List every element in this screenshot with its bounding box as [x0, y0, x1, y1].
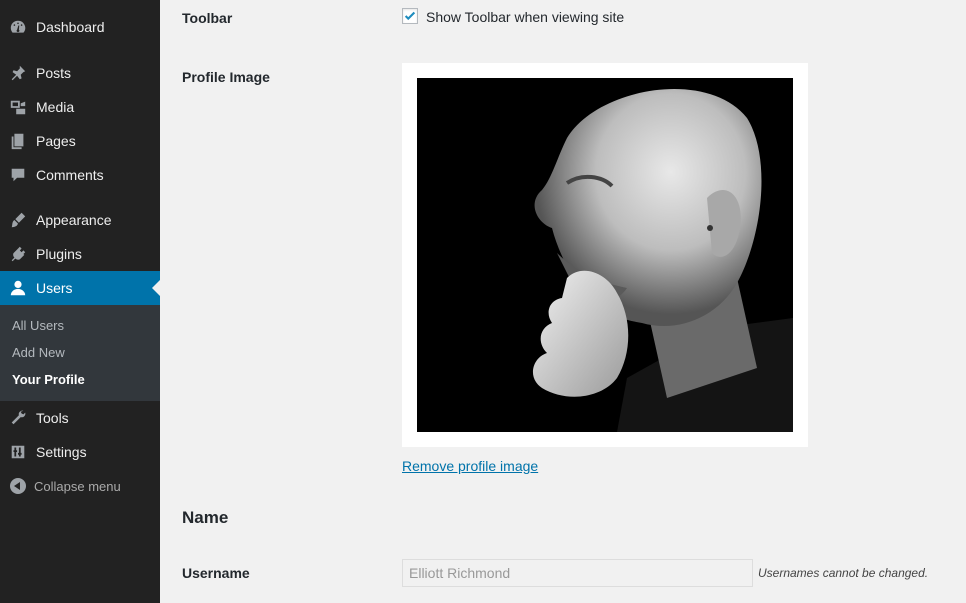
plug-icon — [8, 244, 28, 264]
sidebar-item-label: Appearance — [36, 212, 112, 228]
show-toolbar-checkbox[interactable] — [402, 8, 418, 24]
sidebar-item-tools[interactable]: Tools — [0, 401, 160, 435]
sidebar-item-label: Settings — [36, 444, 87, 460]
submenu-item-add-new[interactable]: Add New — [12, 345, 65, 360]
sidebar-item-label: Comments — [36, 167, 104, 183]
wrench-icon — [8, 408, 28, 428]
sliders-icon — [8, 442, 28, 462]
sidebar-item-media[interactable]: Media — [0, 90, 160, 124]
username-note: Usernames cannot be changed. — [758, 566, 929, 580]
username-field[interactable] — [402, 559, 753, 587]
profile-photo-illustration — [417, 78, 793, 432]
active-indicator-arrow — [152, 280, 160, 296]
sidebar-item-dashboard[interactable]: Dashboard — [0, 10, 160, 44]
user-icon — [8, 278, 28, 298]
sidebar-item-label: Dashboard — [36, 19, 105, 35]
collapse-menu-label: Collapse menu — [34, 478, 121, 494]
profile-image — [417, 78, 793, 432]
pages-icon — [8, 131, 28, 151]
collapse-arrow-icon — [10, 478, 26, 494]
checkmark-icon — [404, 11, 416, 21]
dashboard-icon — [8, 17, 28, 37]
sidebar-item-comments[interactable]: Comments — [0, 158, 160, 192]
collapse-menu-button[interactable]: Collapse menu — [0, 474, 160, 498]
media-icon — [8, 97, 28, 117]
submenu-item-all-users[interactable]: All Users — [12, 318, 64, 333]
sidebar-item-posts[interactable]: Posts — [0, 56, 160, 90]
sidebar-item-plugins[interactable]: Plugins — [0, 237, 160, 271]
pin-icon — [8, 63, 28, 83]
sidebar-item-label: Pages — [36, 133, 76, 149]
sidebar-item-label: Posts — [36, 65, 72, 81]
users-submenu: All Users Add New Your Profile — [0, 305, 160, 401]
username-label: Username — [182, 565, 250, 581]
sidebar-item-label: Media — [36, 99, 75, 115]
sidebar-item-appearance[interactable]: Appearance — [0, 203, 160, 237]
show-toolbar-label[interactable]: Show Toolbar when viewing site — [426, 9, 624, 25]
profile-image-frame — [402, 63, 808, 447]
sidebar-item-users[interactable]: Users — [0, 271, 160, 305]
sidebar-item-label: Plugins — [36, 246, 82, 262]
sidebar-item-label: Tools — [36, 410, 69, 426]
name-section-heading: Name — [182, 508, 229, 527]
remove-profile-image-link[interactable]: Remove profile image — [402, 458, 538, 474]
sidebar-item-settings[interactable]: Settings — [0, 435, 160, 469]
brush-icon — [8, 210, 28, 230]
sidebar-item-pages[interactable]: Pages — [0, 124, 160, 158]
toolbar-label: Toolbar — [182, 10, 233, 26]
sidebar-item-label: Users — [36, 280, 73, 296]
profile-image-label: Profile Image — [182, 69, 270, 85]
submenu-item-your-profile[interactable]: Your Profile — [12, 372, 85, 387]
comment-icon — [8, 165, 28, 185]
admin-sidebar: Dashboard Posts Media Pages Comments App… — [0, 0, 160, 603]
